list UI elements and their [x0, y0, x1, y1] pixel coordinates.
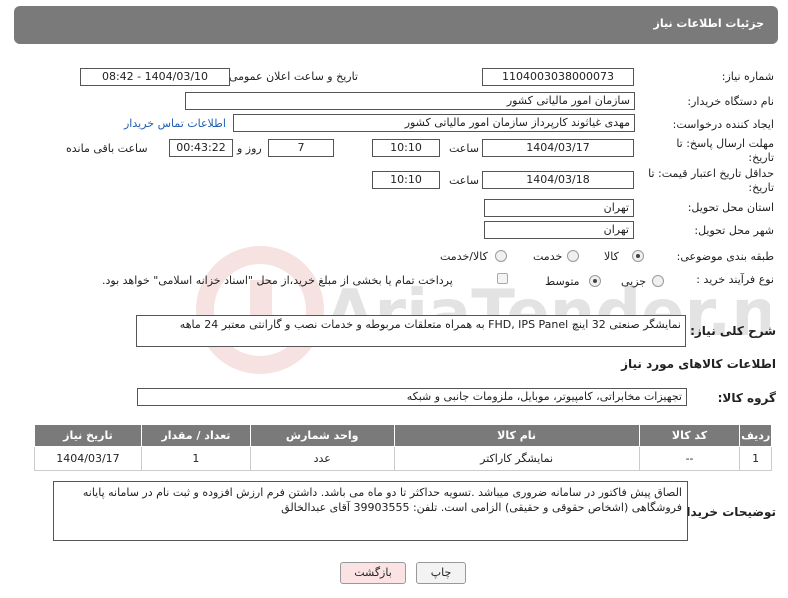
category-radio-goods[interactable]	[632, 250, 644, 262]
category-radio-goods-service[interactable]	[495, 250, 507, 262]
process-radio-medium[interactable]	[589, 275, 601, 287]
buyer-contact-link[interactable]: اطلاعات تماس خریدار	[124, 117, 226, 130]
need-number-field: 1104003038000073	[482, 68, 634, 86]
items-table: ردیف کد کالا نام کالا واحد شمارش تعداد /…	[34, 424, 772, 471]
province-field: تهران	[484, 199, 634, 217]
print-button[interactable]: چاپ	[416, 562, 466, 584]
category-option-service: خدمت	[533, 250, 563, 263]
deadline-date-field: 1404/03/17	[482, 139, 634, 157]
deadline-time-label: ساعت	[449, 142, 479, 155]
cell-row: 1	[739, 446, 772, 471]
cell-code: --	[638, 446, 741, 471]
cell-quantity: 1	[140, 446, 251, 471]
days-label: روز و	[237, 142, 262, 155]
col-date: تاریخ نیاز	[34, 424, 142, 447]
price-validity-time-field: 10:10	[372, 171, 440, 189]
province-label: استان محل تحویل:	[687, 201, 774, 214]
need-number-label: شماره نیاز:	[721, 70, 774, 83]
buyer-notes-label: توضیحات خریدار:	[674, 505, 776, 519]
announce-label: تاریخ و ساعت اعلان عمومی:	[225, 70, 358, 83]
col-name: نام کالا	[393, 424, 640, 447]
process-label: نوع فرآیند خرید :	[696, 273, 774, 286]
category-option-goods-service: کالا/خدمت	[440, 250, 488, 263]
days-field: 7	[268, 139, 334, 157]
buyer-org-field: سازمان امور مالیاتی کشور	[185, 92, 635, 110]
goods-group-label: گروه کالا:	[717, 391, 776, 405]
remaining-label: ساعت باقی مانده	[66, 142, 148, 155]
creator-label: ایجاد کننده درخواست:	[672, 118, 774, 131]
process-option-minor: جزیی	[621, 275, 647, 288]
creator-field: مهدی غیاثوند کارپرداز سازمان امور مالیات…	[233, 114, 635, 132]
goods-info-title: اطلاعات کالاهای مورد نیاز	[621, 357, 776, 371]
col-quantity: تعداد / مقدار	[140, 424, 251, 447]
city-label: شهر محل تحویل:	[694, 224, 774, 237]
treasury-checkbox[interactable]	[497, 273, 508, 284]
payment-note: پرداخت تمام یا بخشی از مبلغ خرید،از محل …	[102, 274, 453, 287]
description-field: نمایشگر صنعتی 32 اینچ FHD, IPS Panel به …	[136, 315, 686, 347]
price-validity-date-field: 1404/03/18	[482, 171, 634, 189]
deadline-time-field: 10:10	[372, 139, 440, 157]
back-button[interactable]: بازگشت	[340, 562, 406, 584]
buyer-org-label: نام دستگاه خریدار:	[687, 95, 774, 108]
price-validity-time-label: ساعت	[449, 174, 479, 187]
header-panel: جزئیات اطلاعات نیاز	[14, 6, 778, 44]
price-validity-label: حداقل تاریخ اعتبار قیمت: تا تاریخ:	[648, 167, 774, 194]
col-code: کد کالا	[638, 424, 741, 447]
remaining-time-field: 00:43:22	[169, 139, 233, 157]
buyer-notes-field: الصاق پیش فاکتور در سامانه ضروری میباشد …	[53, 481, 688, 541]
goods-group-field: تجهیزات مخابراتی، کامپیوتر، موبایل، ملزو…	[137, 388, 687, 406]
deadline-label: مهلت ارسال پاسخ: تا تاریخ:	[676, 137, 774, 164]
category-label: طبقه بندی موضوعی:	[676, 250, 774, 263]
category-option-goods: کالا	[604, 250, 619, 263]
process-option-medium: متوسط	[545, 275, 580, 288]
cell-unit: عدد	[249, 446, 395, 471]
page-title: جزئیات اطلاعات نیاز	[653, 17, 765, 30]
description-label: شرح کلی نیاز:	[690, 324, 776, 338]
city-field: تهران	[484, 221, 634, 239]
announce-field: 1404/03/10 - 08:42	[80, 68, 230, 86]
table-header-row: ردیف کد کالا نام کالا واحد شمارش تعداد /…	[34, 424, 772, 447]
cell-date: 1404/03/17	[34, 446, 142, 471]
process-radio-minor[interactable]	[652, 275, 664, 287]
col-row: ردیف	[739, 424, 772, 447]
category-radio-service[interactable]	[567, 250, 579, 262]
table-row: 1 -- نمایشگر کاراکتر عدد 1 1404/03/17	[34, 446, 772, 471]
cell-name: نمایشگر کاراکتر	[393, 446, 640, 471]
col-unit: واحد شمارش	[249, 424, 395, 447]
